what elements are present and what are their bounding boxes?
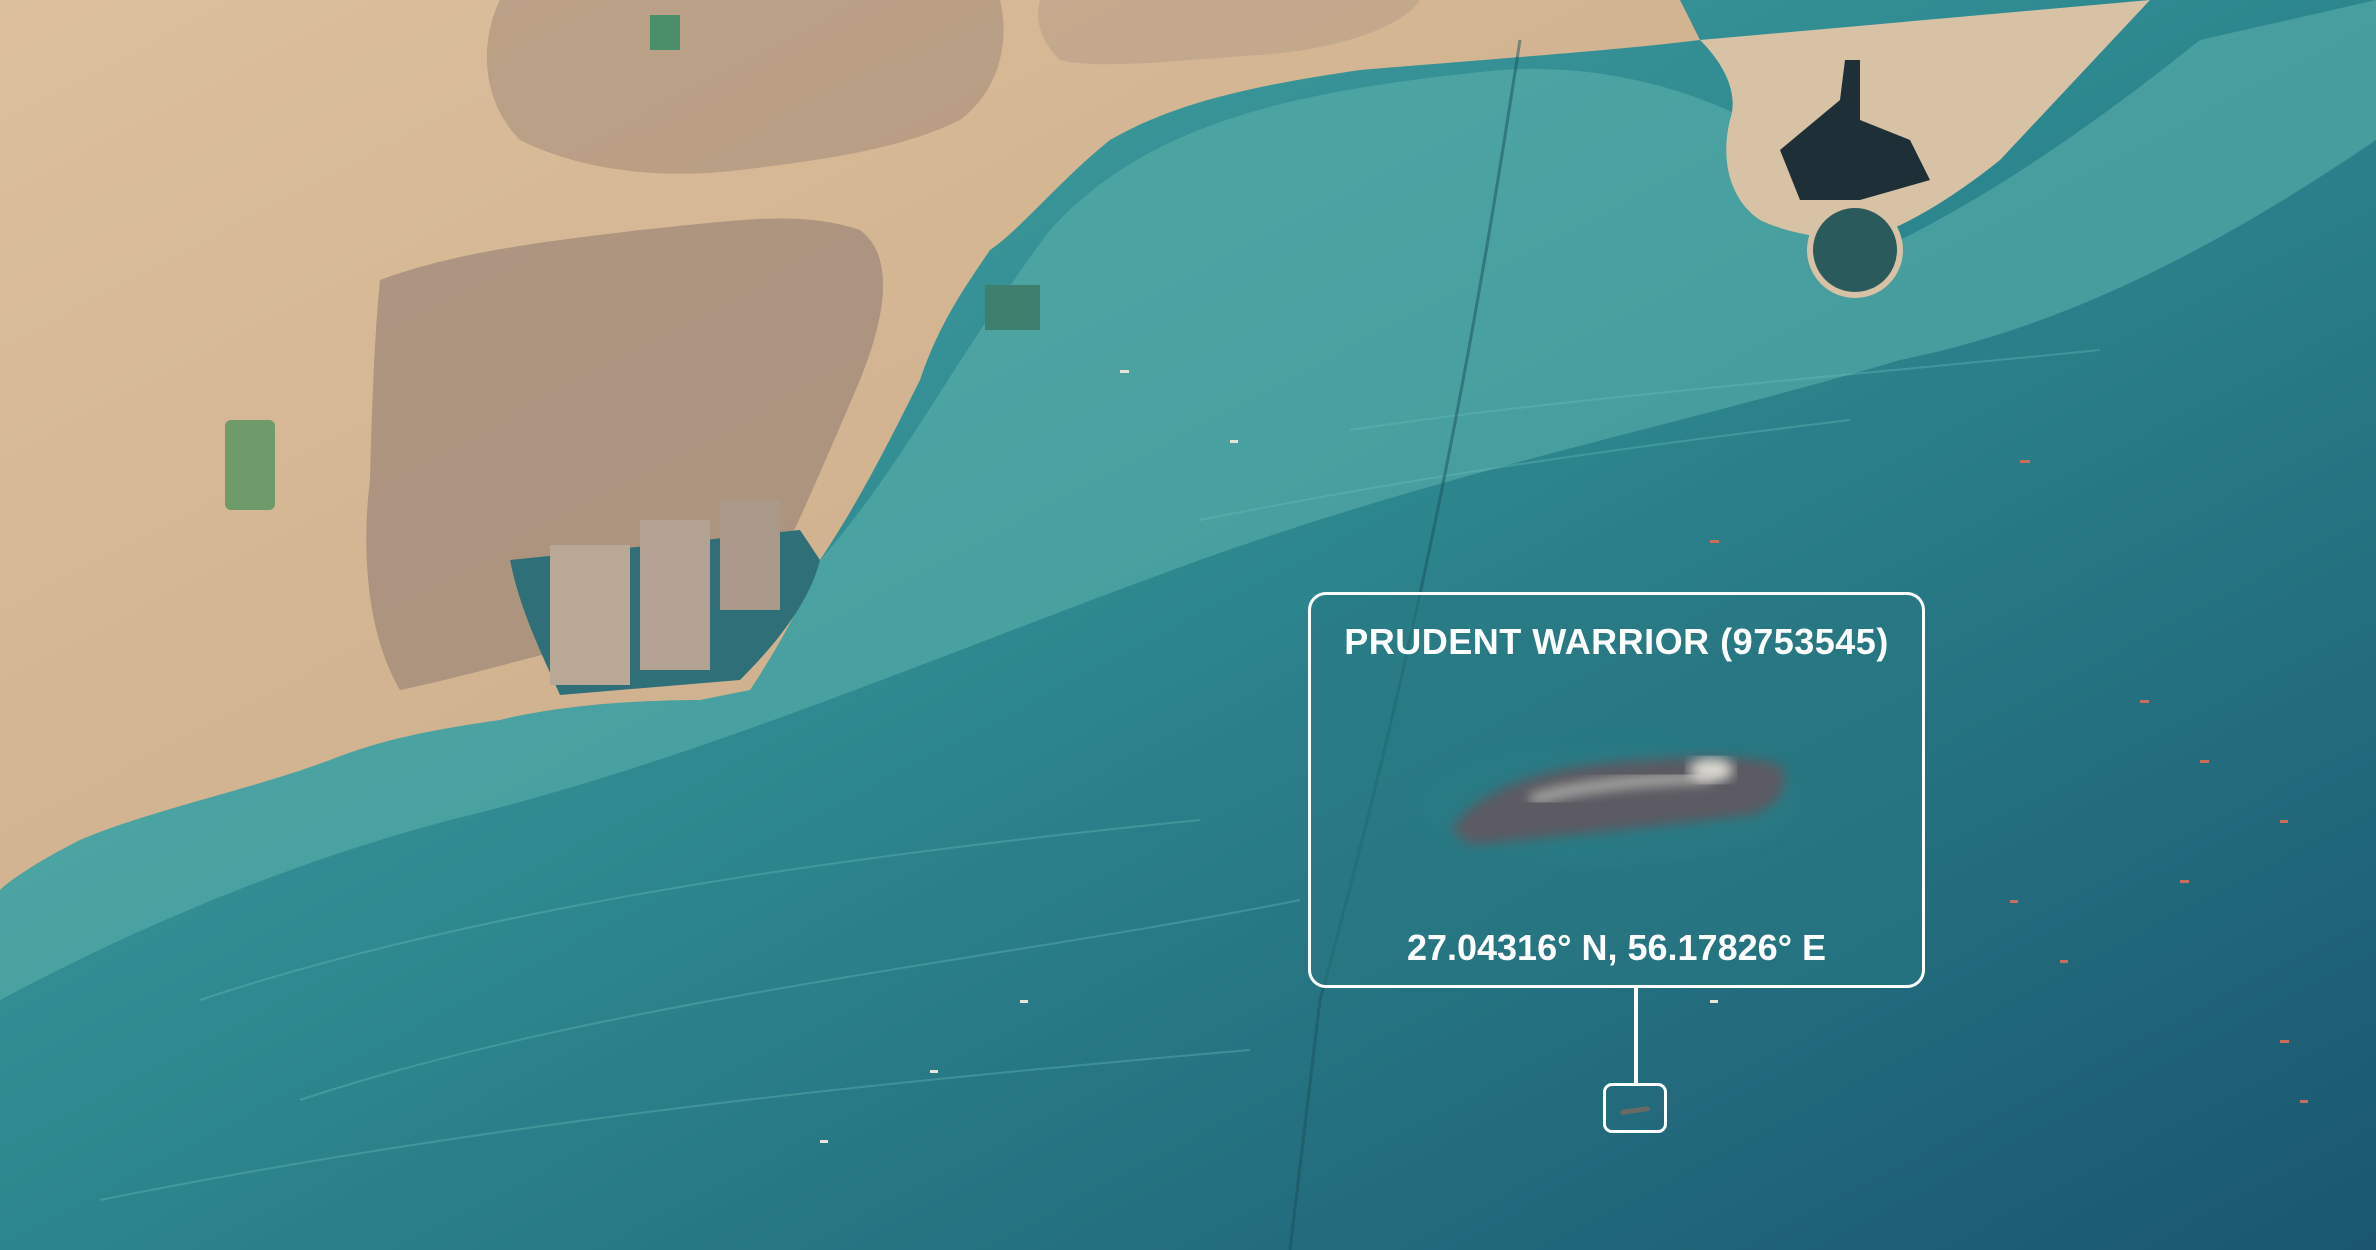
vessel-zoom-image bbox=[1421, 745, 1801, 865]
pier bbox=[640, 520, 710, 670]
vessel-coordinates-label: 27.04316° N, 56.17826° E bbox=[1406, 927, 1827, 968]
vessel-marker bbox=[1619, 1105, 1651, 1116]
vessel-target-box bbox=[1603, 1083, 1667, 1133]
satellite-scene bbox=[0, 0, 2376, 1250]
breakwater-pond bbox=[985, 285, 1040, 330]
pier bbox=[720, 500, 780, 610]
callout-leader-line bbox=[1634, 988, 1638, 1086]
vessel-name-label: PRUDENT WARRIOR (9753545) bbox=[1344, 621, 1889, 662]
green-pond bbox=[225, 420, 275, 510]
east-breakwater bbox=[1807, 202, 1903, 298]
green-pond bbox=[650, 15, 680, 50]
pier bbox=[550, 545, 630, 685]
vessel-callout: PRUDENT WARRIOR (9753545) 27.04316° N, 5… bbox=[1308, 592, 1925, 988]
